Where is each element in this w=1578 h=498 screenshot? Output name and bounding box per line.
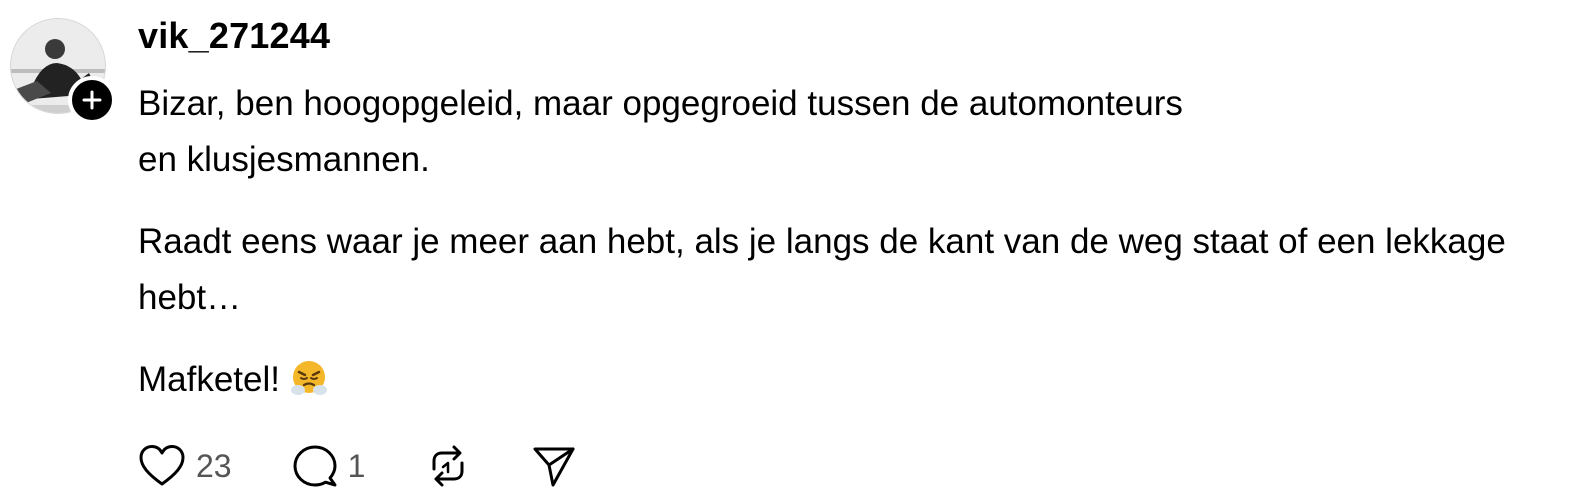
reply-count: 1: [347, 447, 366, 484]
post-actions: 23 1: [138, 440, 637, 492]
share-button[interactable]: [531, 444, 577, 488]
avatar-container[interactable]: [10, 18, 116, 124]
comment-icon: [293, 445, 337, 487]
post-last-line: Mafketel!: [138, 352, 1573, 414]
like-button[interactable]: 23: [138, 444, 232, 488]
repost-button[interactable]: [425, 443, 471, 489]
heart-icon: [139, 445, 185, 486]
reply-button[interactable]: 1: [292, 444, 366, 488]
post-paragraph: Bizar, ben hoogopgeleid, maar opgegroeid…: [138, 84, 1183, 179]
face-with-steam-from-nose-icon: [290, 358, 328, 414]
post-last-line-text: Mafketel!: [138, 360, 280, 399]
plus-icon: [82, 90, 102, 110]
send-icon: [533, 447, 575, 487]
like-count: 23: [196, 447, 232, 484]
thread-post: vik_271244 Bizar, ben hoogopgeleid, maar…: [0, 0, 1578, 498]
post-body: Bizar, ben hoogopgeleid, maar opgegroeid…: [138, 76, 1573, 440]
repost-icon: [432, 445, 464, 487]
post-paragraph: Raadt eens waar je meer aan hebt, als je…: [138, 222, 1506, 317]
username[interactable]: vik_271244: [138, 14, 330, 58]
follow-button[interactable]: [68, 76, 116, 124]
